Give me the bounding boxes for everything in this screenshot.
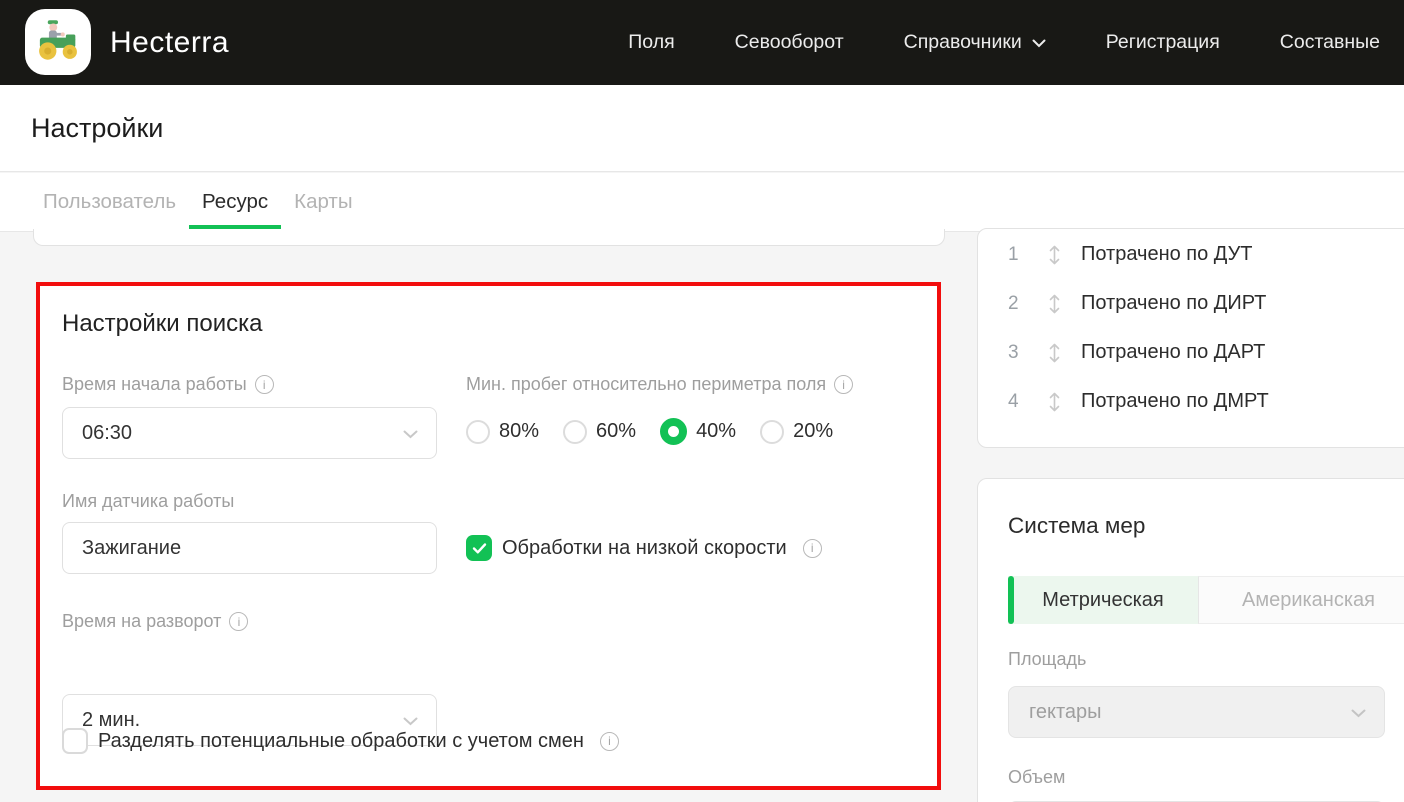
chevron-down-icon bbox=[1351, 701, 1366, 724]
info-icon[interactable] bbox=[834, 375, 853, 394]
list-item-label: Потрачено по ДУТ bbox=[1081, 243, 1253, 266]
info-icon[interactable] bbox=[255, 375, 274, 394]
active-segment-bar bbox=[1008, 576, 1014, 624]
nav-item-label: Справочники bbox=[904, 31, 1022, 54]
tab-label: Карты bbox=[294, 190, 352, 214]
chevron-down-icon bbox=[1032, 31, 1046, 54]
drag-updown-icon[interactable] bbox=[1048, 244, 1061, 266]
field-label-text: Мин. пробег относительно периметра поля bbox=[466, 374, 826, 395]
start-time-label: Время начала работы bbox=[62, 374, 274, 395]
nav-item-registration[interactable]: Регистрация bbox=[1106, 31, 1220, 54]
radio-label: 80% bbox=[499, 420, 539, 443]
radio-label: 60% bbox=[596, 420, 636, 443]
tab-resource[interactable]: Ресурс bbox=[189, 173, 281, 231]
list-item-label: Потрачено по ДИРТ bbox=[1081, 292, 1266, 315]
radio-40[interactable]: 40% bbox=[660, 418, 736, 445]
radio-label: 20% bbox=[793, 420, 833, 443]
list-item-label: Потрачено по ДАРТ bbox=[1081, 341, 1265, 364]
area-select-value: гектары bbox=[1029, 701, 1102, 724]
min-mileage-label: Мин. пробег относительно периметра поля bbox=[466, 374, 853, 395]
checkbox-label: Обработки на низкой скорости bbox=[502, 537, 787, 560]
radio-circle-selected[interactable] bbox=[660, 418, 687, 445]
list-item-number: 4 bbox=[1008, 391, 1024, 413]
area-label: Площадь bbox=[1008, 649, 1086, 670]
start-time-value: 06:30 bbox=[82, 422, 132, 445]
nav-item-label: Составные bbox=[1280, 31, 1380, 54]
app-logo[interactable] bbox=[25, 9, 91, 75]
tab-label: Пользователь bbox=[43, 190, 176, 214]
low-speed-check-row: Обработки на низкой скорости bbox=[466, 535, 822, 561]
page-title: Настройки bbox=[31, 113, 163, 144]
start-time-select[interactable]: 06:30 bbox=[62, 407, 437, 459]
info-icon[interactable] bbox=[600, 732, 619, 751]
drag-updown-icon[interactable] bbox=[1048, 342, 1061, 364]
nav-item-crop-rotation[interactable]: Севооборот bbox=[735, 31, 844, 54]
segment-metric[interactable]: Метрическая bbox=[1008, 576, 1198, 624]
sensor-name-label: Имя датчика работы bbox=[62, 491, 234, 512]
list-item[interactable]: 3 Потрачено по ДАРТ bbox=[978, 328, 1404, 377]
split-shifts-check-row: Разделять потенциальные обработки с учет… bbox=[62, 728, 619, 754]
info-icon[interactable] bbox=[229, 612, 248, 631]
list-item-label: Потрачено по ДМРТ bbox=[1081, 390, 1269, 413]
info-icon[interactable] bbox=[803, 539, 822, 558]
measure-system-heading: Система мер bbox=[1008, 513, 1404, 539]
area-select[interactable]: гектары bbox=[1008, 686, 1385, 738]
nav-item-compound[interactable]: Составные bbox=[1280, 31, 1380, 54]
sensor-name-input[interactable] bbox=[62, 522, 437, 574]
radio-circle[interactable] bbox=[760, 420, 784, 444]
tab-maps[interactable]: Карты bbox=[281, 173, 365, 231]
annotation-highlight-box: Настройки поиска Время начала работы 06:… bbox=[36, 282, 941, 790]
main-nav: Поля Севооборот Справочники Регистрация … bbox=[628, 0, 1380, 85]
fuel-priority-list-card: 1 Потрачено по ДУТ 2 Потрачено по ДИРТ 3… bbox=[977, 228, 1404, 448]
tractor-icon bbox=[32, 14, 84, 71]
segment-label: Метрическая bbox=[1042, 589, 1163, 612]
page-header: Настройки bbox=[0, 85, 1404, 172]
search-settings-heading: Настройки поиска bbox=[62, 310, 262, 338]
volume-label: Объем bbox=[1008, 767, 1065, 788]
radio-20[interactable]: 20% bbox=[760, 420, 833, 444]
field-label-text: Время на разворот bbox=[62, 611, 221, 632]
field-label-text: Время начала работы bbox=[62, 374, 247, 395]
list-item-number: 3 bbox=[1008, 342, 1024, 364]
previous-section-card-edge bbox=[33, 229, 945, 246]
app-root: Hecterra Поля Севооборот Справочники Рег… bbox=[0, 0, 1404, 802]
top-navbar: Hecterra Поля Севооборот Справочники Рег… bbox=[0, 0, 1404, 85]
nav-item-directories[interactable]: Справочники bbox=[904, 31, 1046, 54]
radio-circle[interactable] bbox=[563, 420, 587, 444]
min-mileage-radio-group: 80% 60% 40% 20% bbox=[466, 418, 833, 445]
list-item[interactable]: 2 Потрачено по ДИРТ bbox=[978, 279, 1404, 328]
checkbox-unchecked[interactable] bbox=[62, 728, 88, 754]
radio-60[interactable]: 60% bbox=[563, 420, 636, 444]
checkbox-label: Разделять потенциальные обработки с учет… bbox=[98, 730, 584, 753]
list-item[interactable]: 4 Потрачено по ДМРТ bbox=[978, 377, 1404, 426]
turn-time-label: Время на разворот bbox=[62, 611, 248, 632]
radio-80[interactable]: 80% bbox=[466, 420, 539, 444]
tab-label: Ресурс bbox=[202, 190, 268, 214]
chevron-down-icon bbox=[403, 422, 418, 445]
segment-american[interactable]: Американская bbox=[1198, 576, 1404, 624]
measure-system-card: Система мер Метрическая Американская Пло… bbox=[977, 478, 1404, 802]
nav-item-label: Поля bbox=[628, 31, 674, 54]
tab-user[interactable]: Пользователь bbox=[30, 173, 189, 231]
settings-tabbar: Пользователь Ресурс Карты bbox=[0, 173, 1404, 232]
drag-updown-icon[interactable] bbox=[1048, 293, 1061, 315]
radio-circle[interactable] bbox=[466, 420, 490, 444]
nav-item-label: Регистрация bbox=[1106, 31, 1220, 54]
segment-label: Американская bbox=[1242, 589, 1375, 612]
nav-item-label: Севооборот bbox=[735, 31, 844, 54]
nav-item-fields[interactable]: Поля bbox=[628, 31, 674, 54]
measure-system-switch: Метрическая Американская bbox=[1008, 576, 1404, 624]
list-item-number: 1 bbox=[1008, 244, 1024, 266]
checkbox-checked[interactable] bbox=[466, 535, 492, 561]
field-label-text: Имя датчика работы bbox=[62, 491, 234, 512]
brand-title: Hecterra bbox=[110, 0, 229, 85]
list-item[interactable]: 1 Потрачено по ДУТ bbox=[978, 230, 1404, 279]
list-item-number: 2 bbox=[1008, 293, 1024, 315]
drag-updown-icon[interactable] bbox=[1048, 391, 1061, 413]
radio-label: 40% bbox=[696, 420, 736, 443]
